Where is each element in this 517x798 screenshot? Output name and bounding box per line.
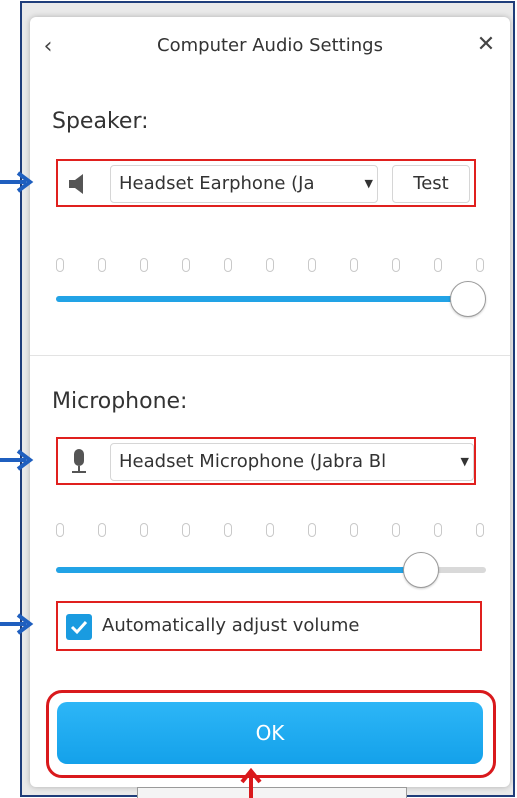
volume-tick <box>350 258 358 272</box>
microphone-volume-ticks <box>56 523 486 537</box>
ok-highlight: OK <box>46 690 496 778</box>
screenshot-frame: ‹ Computer Audio Settings ✕ Speaker: Hea… <box>20 1 515 798</box>
speaker-device-value: Headset Earphone (Ja <box>119 173 315 194</box>
speaker-device-select[interactable]: Headset Earphone (Ja ▼ <box>110 165 378 203</box>
test-speaker-button[interactable]: Test <box>392 165 470 203</box>
speaker-volume-slider[interactable] <box>56 279 486 319</box>
speaker-device-row: Headset Earphone (Ja ▼ Test <box>56 159 476 207</box>
volume-tick <box>224 258 232 272</box>
volume-tick <box>140 258 148 272</box>
volume-tick <box>476 523 484 537</box>
volume-tick <box>266 258 274 272</box>
annotation-arrow-icon <box>0 171 34 193</box>
auto-adjust-row: Automatically adjust volume <box>56 601 482 651</box>
microphone-device-value: Headset Microphone (Jabra Bl <box>119 451 387 472</box>
volume-tick <box>182 523 190 537</box>
microphone-device-select[interactable]: Headset Microphone (Jabra Bl ▼ <box>110 443 474 481</box>
ok-button[interactable]: OK <box>57 702 483 764</box>
auto-adjust-label: Automatically adjust volume <box>102 615 360 636</box>
volume-tick <box>392 258 400 272</box>
audio-settings-dialog: ‹ Computer Audio Settings ✕ Speaker: Hea… <box>30 17 510 787</box>
volume-tick <box>434 523 442 537</box>
annotation-arrow-icon <box>0 613 34 635</box>
auto-adjust-checkbox[interactable] <box>66 614 92 640</box>
microphone-device-row: Headset Microphone (Jabra Bl ▼ <box>56 437 476 485</box>
volume-tick <box>140 523 148 537</box>
microphone-icon <box>72 449 86 473</box>
volume-tick <box>392 523 400 537</box>
underlying-window-edge <box>137 787 407 798</box>
annotation-arrow-icon <box>0 449 34 471</box>
speaker-icon <box>69 174 83 194</box>
slider-thumb[interactable] <box>450 281 486 317</box>
volume-tick <box>98 258 106 272</box>
dropdown-caret-icon: ▼ <box>458 444 469 480</box>
annotation-arrow-up-icon <box>240 768 262 798</box>
volume-tick <box>266 523 274 537</box>
microphone-label: Microphone: <box>52 389 188 414</box>
slider-thumb[interactable] <box>402 552 439 588</box>
microphone-volume-slider[interactable] <box>56 550 486 590</box>
chevron-left-icon[interactable]: ‹ <box>36 35 60 59</box>
volume-tick <box>56 258 64 272</box>
speaker-label: Speaker: <box>52 109 149 134</box>
volume-tick <box>476 258 484 272</box>
volume-tick <box>224 523 232 537</box>
volume-tick <box>308 523 316 537</box>
speaker-volume-ticks <box>56 258 486 272</box>
section-divider <box>30 355 510 356</box>
close-icon[interactable]: ✕ <box>474 33 498 57</box>
volume-tick <box>434 258 442 272</box>
dropdown-caret-icon: ▼ <box>362 166 373 202</box>
slider-fill <box>56 296 468 302</box>
dialog-title: Computer Audio Settings <box>157 35 383 56</box>
title-bar: ‹ Computer Audio Settings ✕ <box>30 17 510 77</box>
volume-tick <box>56 523 64 537</box>
volume-tick <box>98 523 106 537</box>
checkmark-icon <box>70 620 88 635</box>
volume-tick <box>350 523 358 537</box>
volume-tick <box>308 258 316 272</box>
volume-tick <box>182 258 190 272</box>
slider-fill <box>56 567 421 573</box>
